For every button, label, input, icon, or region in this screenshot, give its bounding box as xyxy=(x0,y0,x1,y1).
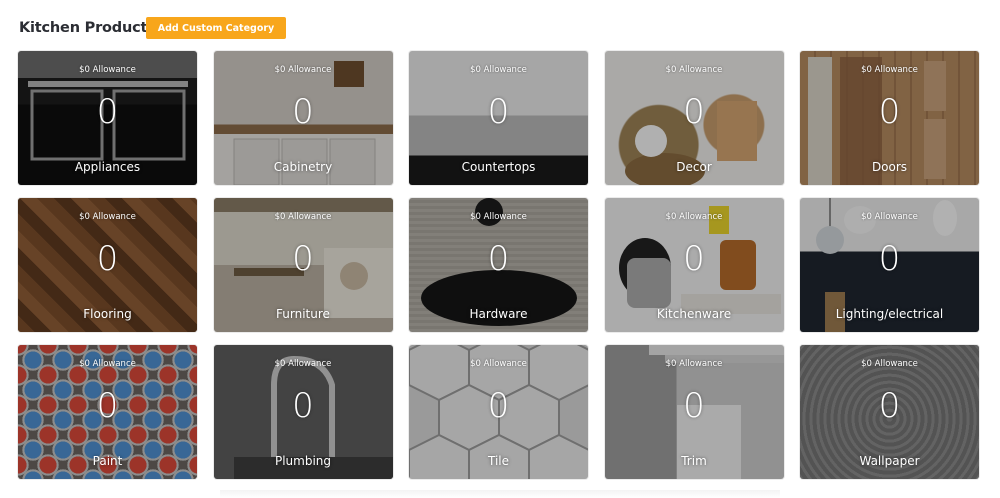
category-label: Countertops xyxy=(461,160,536,174)
item-count: 0 xyxy=(683,386,705,426)
category-tile-trim[interactable]: $0 Allowance 0 Trim xyxy=(604,345,784,479)
bottom-shadow xyxy=(220,490,780,498)
category-label: Wallpaper xyxy=(859,454,920,468)
item-count: 0 xyxy=(96,239,119,279)
category-tile-appliances[interactable]: $0 Allowance 0 Appliances xyxy=(18,51,197,185)
item-count: 0 xyxy=(487,239,510,279)
item-count: 0 xyxy=(292,239,314,279)
category-label: Furniture xyxy=(276,307,330,321)
add-custom-category-button[interactable]: Add Custom Category xyxy=(146,17,286,39)
allowance-text: $0 Allowance xyxy=(665,359,723,369)
item-count: 0 xyxy=(683,239,705,279)
allowance-text: $0 Allowance xyxy=(861,212,918,222)
category-label: Trim xyxy=(681,454,707,468)
item-count: 0 xyxy=(292,92,314,132)
item-count: 0 xyxy=(878,386,901,426)
allowance-text: $0 Allowance xyxy=(274,65,332,75)
item-count: 0 xyxy=(878,239,901,279)
page-title: Kitchen Products xyxy=(19,20,156,36)
allowance-text: $0 Allowance xyxy=(861,359,918,369)
category-tile-countertops[interactable]: $0 Allowance 0 Countertops xyxy=(409,51,588,185)
allowance-text: $0 Allowance xyxy=(274,359,332,369)
allowance-text: $0 Allowance xyxy=(665,212,723,222)
category-tile-hardware[interactable]: $0 Allowance 0 Hardware xyxy=(409,198,588,332)
allowance-text: $0 Allowance xyxy=(470,359,527,369)
page-header: Kitchen Products Add Custom Category xyxy=(19,16,1000,40)
category-label: Decor xyxy=(676,160,712,174)
category-label: Kitchenware xyxy=(656,307,732,321)
item-count: 0 xyxy=(683,92,705,132)
allowance-text: $0 Allowance xyxy=(79,212,136,222)
item-count: 0 xyxy=(96,386,119,426)
category-label: Plumbing xyxy=(274,454,332,468)
category-tile-lighting[interactable]: $0 Allowance 0 Lighting/electrical xyxy=(800,198,979,332)
category-label: Hardware xyxy=(469,307,528,321)
category-tile-furniture[interactable]: $0 Allowance 0 Furniture xyxy=(213,198,393,332)
category-label: Lighting/electrical xyxy=(835,307,944,321)
item-count: 0 xyxy=(487,386,510,426)
item-count: 0 xyxy=(487,92,510,132)
item-count: 0 xyxy=(96,92,119,132)
allowance-text: $0 Allowance xyxy=(665,65,723,75)
category-label: Flooring xyxy=(83,307,132,321)
category-tile-paint[interactable]: $0 Allowance 0 Paint xyxy=(18,345,197,479)
category-label: Paint xyxy=(92,454,123,468)
category-label: Cabinetry xyxy=(273,160,333,174)
category-label: Doors xyxy=(871,160,908,174)
allowance-text: $0 Allowance xyxy=(470,65,527,75)
category-tile-wallpaper[interactable]: $0 Allowance 0 Wallpaper xyxy=(800,345,979,479)
item-count: 0 xyxy=(292,386,314,426)
allowance-text: $0 Allowance xyxy=(470,212,527,222)
item-count: 0 xyxy=(878,92,901,132)
allowance-text: $0 Allowance xyxy=(79,65,136,75)
category-tile-plumbing[interactable]: $0 Allowance 0 Plumbing xyxy=(213,345,393,479)
category-tile-tile[interactable]: $0 Allowance 0 Tile xyxy=(409,345,588,479)
category-tile-cabinetry[interactable]: $0 Allowance 0 Cabinetry xyxy=(213,51,393,185)
category-grid: $0 Allowance 0 Appliances $0 Allowance 0… xyxy=(18,51,979,479)
category-tile-decor[interactable]: $0 Allowance 0 Decor xyxy=(604,51,784,185)
allowance-text: $0 Allowance xyxy=(274,212,332,222)
category-label: Appliances xyxy=(74,160,141,174)
category-label: Tile xyxy=(487,454,509,468)
allowance-text: $0 Allowance xyxy=(861,65,918,75)
allowance-text: $0 Allowance xyxy=(79,359,136,369)
category-tile-flooring[interactable]: $0 Allowance 0 Flooring xyxy=(18,198,197,332)
category-tile-doors[interactable]: $0 Allowance 0 Doors xyxy=(800,51,979,185)
category-tile-kitchenware[interactable]: $0 Allowance 0 Kitchenware xyxy=(604,198,784,332)
